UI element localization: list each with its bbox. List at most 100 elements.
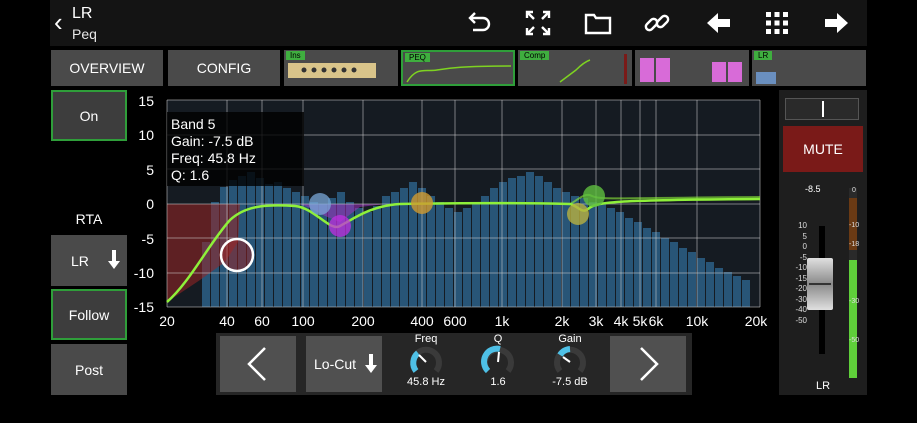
rta-bar xyxy=(733,276,741,307)
fader-scale-mark: -40 xyxy=(795,305,807,314)
rta-bar xyxy=(247,172,255,307)
arrow-left-icon[interactable] xyxy=(701,6,735,40)
tab-ins[interactable]: Ins xyxy=(284,50,398,86)
tab-gate[interactable] xyxy=(635,50,749,86)
rta-bar xyxy=(598,204,606,307)
arrow-down-icon xyxy=(365,354,377,373)
x-tick-label: 20k xyxy=(745,313,769,329)
meter-scale-mark: -30 xyxy=(849,298,860,305)
band-handle-4[interactable] xyxy=(411,192,433,214)
fader-scale-mark: -10 xyxy=(795,263,807,272)
rta-follow-button[interactable]: Follow xyxy=(51,289,127,340)
fullscreen-icon[interactable] xyxy=(521,6,555,40)
eq-on-button[interactable]: On xyxy=(51,90,127,141)
rta-bar xyxy=(373,206,381,307)
fader-scale-mark: 10 xyxy=(798,221,807,230)
gain-knob-label: Gain xyxy=(558,333,582,345)
freq-knob-label: Freq xyxy=(414,333,438,345)
gain-knob-dial xyxy=(554,346,586,373)
rta-bar xyxy=(382,196,390,307)
rta-bar xyxy=(445,208,453,307)
rta-source-dropdown[interactable]: LR xyxy=(51,235,127,286)
back-chevron-icon[interactable]: ‹ xyxy=(54,9,63,35)
y-tick-label: 10 xyxy=(138,127,154,143)
top-bar: ‹ LR Peq xyxy=(50,0,867,46)
rta-bar xyxy=(292,192,300,307)
rta-bar xyxy=(670,242,678,307)
rta-bar xyxy=(472,202,480,307)
rta-bar xyxy=(463,208,471,307)
x-tick-label: 400 xyxy=(410,313,434,329)
prev-band-button[interactable] xyxy=(220,336,296,392)
rta-bar xyxy=(724,272,732,307)
gain-knob[interactable]: Gain -7.5 dB xyxy=(540,333,600,395)
rta-bar xyxy=(517,176,525,307)
next-band-button[interactable] xyxy=(610,336,686,392)
y-tick-label: 5 xyxy=(146,162,154,178)
y-axis-labels: 15 10 5 0 -5 -10 -15 xyxy=(134,93,154,315)
page-subtitle: Peq xyxy=(72,26,97,42)
x-tick-label: 600 xyxy=(443,313,467,329)
rta-bar xyxy=(310,202,318,307)
rta-bar xyxy=(526,172,534,307)
eq-graph[interactable]: 15 10 5 0 -5 -10 -15 20 40 60 100 200 40… xyxy=(130,92,770,330)
gain-knob-value: -7.5 dB xyxy=(552,376,588,388)
config-button[interactable]: CONFIG xyxy=(168,50,280,86)
pan-marker xyxy=(822,101,824,117)
rta-bar xyxy=(535,176,543,307)
meter-scale-mark: 0 xyxy=(852,187,856,194)
y-tick-label: -15 xyxy=(134,299,154,315)
band-handle-3[interactable] xyxy=(329,215,351,237)
rta-bar xyxy=(481,196,489,307)
rta-bar xyxy=(625,218,633,307)
tab-ins-label: Ins xyxy=(286,51,305,60)
band-handle-7[interactable] xyxy=(583,185,605,207)
tab-peq[interactable]: PEQ xyxy=(401,50,515,86)
undo-icon[interactable] xyxy=(462,6,496,40)
tab-comp[interactable]: Comp xyxy=(518,50,632,86)
y-tick-label: 0 xyxy=(146,196,154,212)
link-icon[interactable] xyxy=(640,6,674,40)
channel-strip: MUTE -8.5 10 5 0 -5 -10 -15 -20 -30 -40 … xyxy=(779,90,867,395)
fader-scale-mark: -50 xyxy=(795,315,807,325)
pan-indicator[interactable] xyxy=(785,98,859,120)
x-tick-label: 60 xyxy=(254,313,270,329)
folder-icon[interactable] xyxy=(581,6,615,40)
mute-button[interactable]: MUTE xyxy=(783,126,863,172)
x-tick-label: 20 xyxy=(159,313,175,329)
rta-bar xyxy=(364,212,372,307)
rta-bar xyxy=(544,182,552,307)
band-info-q: Q: 1.6 xyxy=(171,167,209,183)
freq-knob-value: 45.8 Hz xyxy=(407,376,445,388)
rta-source-value: LR xyxy=(71,252,89,269)
arrow-right-icon[interactable] xyxy=(820,6,854,40)
rta-bar xyxy=(256,178,264,307)
fader-scale-mark: 0 xyxy=(802,242,807,251)
q-knob[interactable]: Q 1.6 xyxy=(468,333,528,395)
overview-button[interactable]: OVERVIEW xyxy=(51,50,163,86)
rta-bar xyxy=(688,252,696,307)
fader-scale: 10 5 0 -5 -10 -15 -20 -30 -40 -50 xyxy=(793,221,807,326)
rta-bar xyxy=(697,258,705,307)
rta-post-button[interactable]: Post xyxy=(51,344,127,395)
rta-label: RTA xyxy=(75,211,103,227)
meter-scale-mark: -50 xyxy=(849,337,860,344)
rta-bar xyxy=(499,182,507,307)
freq-knob[interactable]: Freq 45.8 Hz xyxy=(396,333,456,395)
gate-thumbnail xyxy=(640,58,742,82)
band-handle-6[interactable] xyxy=(567,203,589,225)
band-info-name: Band 5 xyxy=(171,116,216,132)
chevron-right-icon xyxy=(640,347,659,381)
chevron-left-icon xyxy=(247,347,266,381)
tab-lr-label: LR xyxy=(754,51,773,60)
band-handle-5-selected[interactable] xyxy=(219,237,255,273)
meter-scale-mark: -10 xyxy=(849,222,860,229)
filter-type-dropdown[interactable]: Lo-Cut xyxy=(306,336,382,392)
freq-knob-dial xyxy=(410,346,442,373)
tab-lr[interactable]: LR xyxy=(752,50,866,86)
fader-handle[interactable] xyxy=(807,258,833,310)
rta-bar xyxy=(679,248,687,307)
grid-icon[interactable] xyxy=(760,6,794,40)
x-tick-label: 40 xyxy=(219,313,235,329)
band-handle-2[interactable] xyxy=(309,193,331,215)
